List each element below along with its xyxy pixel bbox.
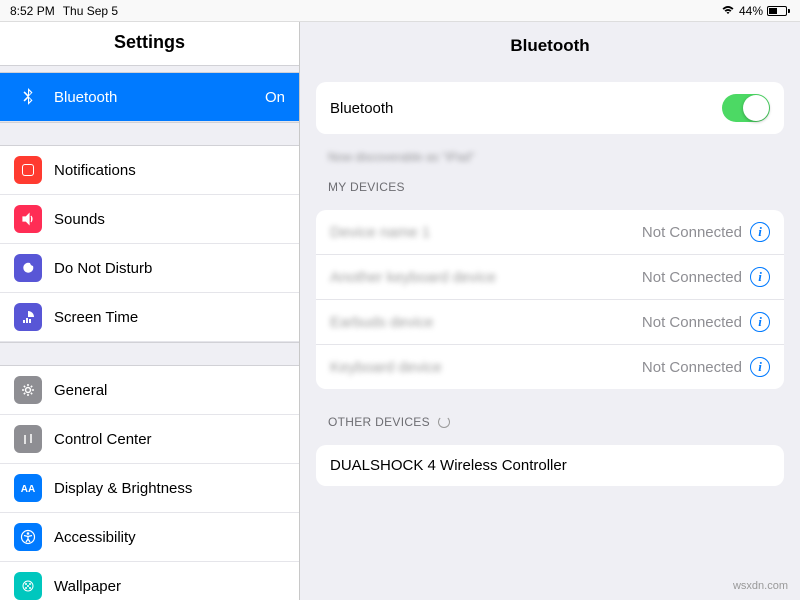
device-row[interactable]: Keyboard deviceNot Connected i (316, 345, 784, 389)
do-not-disturb-icon (14, 254, 42, 282)
page-title: Bluetooth (300, 22, 800, 70)
sidebar-item-label: Screen Time (54, 309, 285, 326)
other-devices-list: DUALSHOCK 4 Wireless Controller (316, 445, 784, 486)
bluetooth-toggle-card: Bluetooth (316, 82, 784, 134)
sidebar-item-label: Control Center (54, 431, 285, 448)
svg-text:AA: AA (21, 484, 35, 495)
sidebar-item-accessibility[interactable]: Accessibility (0, 513, 299, 562)
sidebar-item-wallpaper[interactable]: Wallpaper (0, 562, 299, 600)
sidebar-item-bluetooth[interactable]: Bluetooth On (0, 73, 299, 122)
status-bar: 8:52 PM Thu Sep 5 44% (0, 0, 800, 22)
discoverable-note: Now discoverable as "iPad" (300, 146, 800, 166)
bluetooth-icon (14, 83, 42, 111)
sidebar-item-notifications[interactable]: Notifications (0, 146, 299, 195)
info-icon[interactable]: i (750, 267, 770, 287)
status-date: Thu Sep 5 (63, 4, 118, 18)
device-name: Keyboard device (330, 359, 642, 376)
sidebar-item-detail: On (265, 89, 285, 106)
sidebar-item-display-brightness[interactable]: AA Display & Brightness (0, 464, 299, 513)
sidebar-item-label: Display & Brightness (54, 480, 285, 497)
general-icon (14, 376, 42, 404)
sidebar-item-label: Accessibility (54, 529, 285, 546)
my-devices-list: Device name 1Not ConnectediAnother keybo… (316, 210, 784, 389)
sidebar-item-label: Sounds (54, 211, 285, 228)
notifications-icon (14, 156, 42, 184)
device-name: Another keyboard device (330, 269, 642, 286)
device-status: Not Connected (642, 269, 742, 286)
bluetooth-toggle-row[interactable]: Bluetooth (316, 82, 784, 134)
device-name: DUALSHOCK 4 Wireless Controller (330, 457, 770, 474)
device-row[interactable]: Another keyboard deviceNot Connected i (316, 255, 784, 300)
spinner-icon (438, 416, 450, 428)
bluetooth-toggle[interactable] (722, 94, 770, 122)
screen-time-icon (14, 303, 42, 331)
info-icon[interactable]: i (750, 222, 770, 242)
control-center-icon (14, 425, 42, 453)
detail-pane: Bluetooth Bluetooth Now discoverable as … (300, 22, 800, 600)
info-icon[interactable]: i (750, 357, 770, 377)
sidebar-item-do-not-disturb[interactable]: Do Not Disturb (0, 244, 299, 293)
other-devices-header: OTHER DEVICES (300, 401, 800, 433)
device-status: Not Connected (642, 224, 742, 241)
sidebar-item-label: Do Not Disturb (54, 260, 285, 277)
battery-icon (767, 6, 790, 16)
device-name: Device name 1 (330, 224, 642, 241)
settings-sidebar: Settings Bluetooth On Notifications Sound… (0, 22, 300, 600)
sidebar-item-label: Notifications (54, 162, 285, 179)
sidebar-item-screen-time[interactable]: Screen Time (0, 293, 299, 342)
sidebar-item-label: General (54, 382, 285, 399)
sidebar-title: Settings (0, 22, 299, 65)
device-row[interactable]: Device name 1Not Connected i (316, 210, 784, 255)
status-time: 8:52 PM (10, 4, 55, 18)
my-devices-header: MY DEVICES (300, 166, 800, 198)
info-icon[interactable]: i (750, 312, 770, 332)
sidebar-item-general[interactable]: General (0, 366, 299, 415)
sidebar-item-sounds[interactable]: Sounds (0, 195, 299, 244)
sidebar-item-label: Wallpaper (54, 578, 285, 595)
sounds-icon (14, 205, 42, 233)
battery-percent: 44% (739, 4, 763, 18)
sidebar-item-label: Bluetooth (54, 89, 253, 106)
display-brightness-icon: AA (14, 474, 42, 502)
other-device-row[interactable]: DUALSHOCK 4 Wireless Controller (316, 445, 784, 486)
sidebar-item-control-center[interactable]: Control Center (0, 415, 299, 464)
wallpaper-icon (14, 572, 42, 600)
watermark: wsxdn.com (733, 580, 788, 592)
wifi-icon (721, 4, 735, 18)
status-right: 44% (721, 4, 790, 18)
device-name: Earbuds device (330, 314, 642, 331)
toggle-label: Bluetooth (330, 100, 393, 117)
accessibility-icon (14, 523, 42, 551)
status-left: 8:52 PM Thu Sep 5 (10, 4, 118, 18)
device-status: Not Connected (642, 314, 742, 331)
device-row[interactable]: Earbuds deviceNot Connected i (316, 300, 784, 345)
device-status: Not Connected (642, 359, 742, 376)
